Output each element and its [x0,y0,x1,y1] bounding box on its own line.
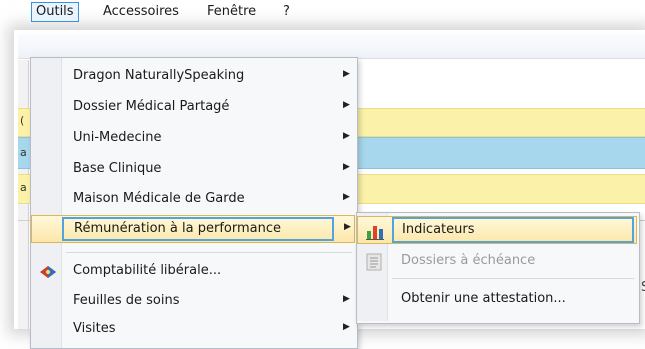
background-edge-text: a [20,146,27,159]
menu-item-label: Base Clinique [73,161,162,176]
submenu-item-indicateurs[interactable]: Indicateurs [357,216,637,244]
menu-fenetre[interactable]: Fenêtre [203,3,260,21]
menu-item-maison-medicale[interactable]: Maison Médicale de Garde ▶ [31,186,355,214]
menu-item-label: Feuilles de soins [73,293,180,308]
background-edge-text: a [20,181,27,194]
submenu-arrow-icon: ▶ [343,322,350,332]
menu-item-uni-medecine[interactable]: Uni-Medecine ▶ [31,125,355,153]
background-edge-text: ( [20,114,25,127]
menu-item-dragon[interactable]: Dragon NaturallySpeaking ▶ [31,63,355,91]
menu-item-label: Dragon NaturallySpeaking [73,68,245,83]
menu-help[interactable]: ? [279,3,294,21]
menu-accessoires[interactable]: Accessoires [99,3,183,21]
menu-item-visites[interactable]: Visites ▶ [31,316,355,344]
menu-item-label: Dossier Médical Partagé [73,99,230,114]
submenu-item-label: Obtenir une attestation... [401,291,566,306]
menu-item-label: Rémunération à la performance [74,221,281,236]
menu-item-label: Uni-Medecine [73,130,162,145]
submenu-item-label: Dossiers à échéance [401,253,536,268]
submenu-item-obtenir-attestation[interactable]: Obtenir une attestation... [357,286,637,314]
submenu-arrow-icon: ▶ [343,69,350,79]
menu-item-base-clinique[interactable]: Base Clinique ▶ [31,156,355,184]
menu-item-feuilles-de-soins[interactable]: Feuilles de soins ▶ [31,288,355,316]
menu-outils[interactable]: Outils [31,2,79,22]
accounting-icon [39,264,57,280]
submenu-arrow-icon: ▶ [343,162,350,172]
submenu-arrow-icon: ▶ [343,192,350,202]
submenu-item-label: Indicateurs [402,222,475,237]
menu-item-comptabilite[interactable]: Comptabilité libérale... [31,258,355,286]
menu-bar [18,34,645,59]
submenu-separator [392,278,634,279]
submenu-arrow-icon: ▶ [343,100,350,110]
menu-item-label: Comptabilité libérale... [73,263,222,278]
background-edge-text: S [641,280,645,295]
submenu-arrow-icon: ▶ [344,222,351,232]
menu-item-label: Maison Médicale de Garde [73,191,245,206]
submenu-arrow-icon: ▶ [343,131,350,141]
document-list-icon [366,253,382,271]
submenu-item-dossiers-echeance[interactable]: Dossiers à échéance [357,248,637,276]
bar-chart-icon [366,222,384,240]
menu-item-remuneration[interactable]: Rémunération à la performance ▶ [31,215,355,243]
menu-separator [66,252,352,253]
submenu-arrow-icon: ▶ [343,294,350,304]
menu-item-dmp[interactable]: Dossier Médical Partagé ▶ [31,94,355,122]
